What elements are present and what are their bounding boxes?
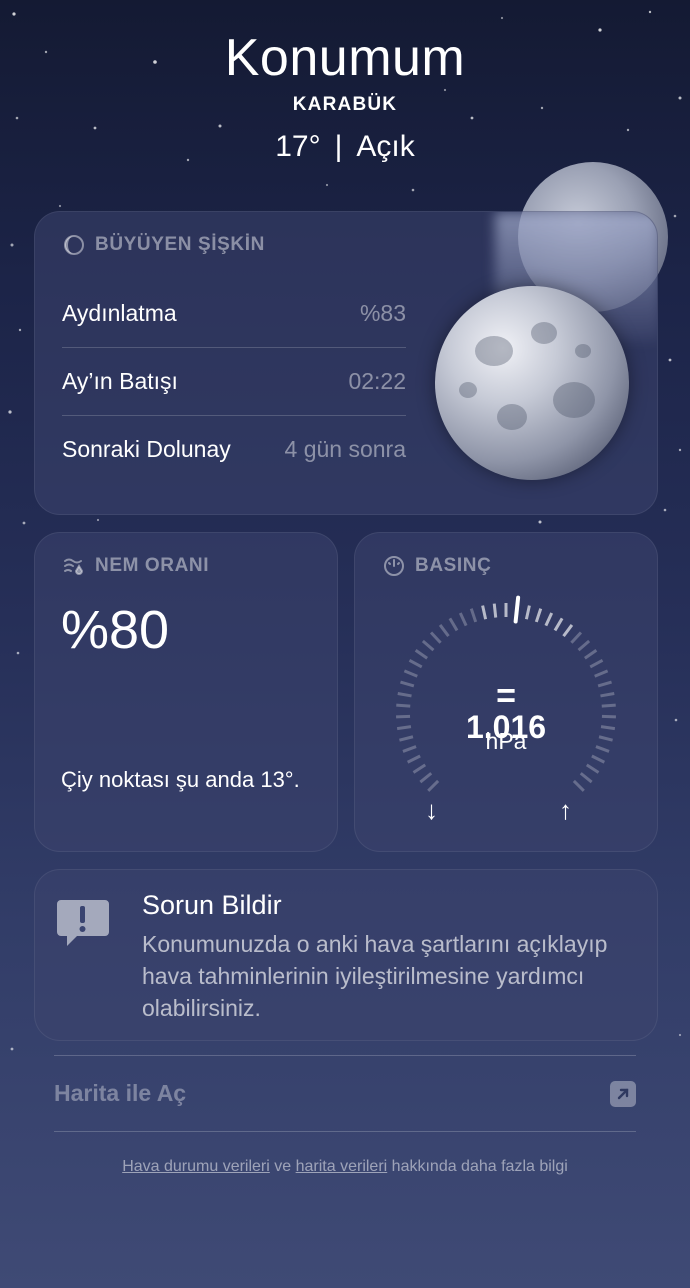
- moon-phase-icon: [63, 234, 85, 256]
- location-header: Konumum KARABÜK 17° | Açık: [0, 28, 690, 164]
- gauge-tick: [570, 631, 583, 644]
- gauge-tick: [584, 649, 598, 660]
- footer-rest: hakkında daha fazla bilgi: [391, 1158, 568, 1175]
- weather-data-link[interactable]: Hava durumu verileri: [122, 1158, 270, 1175]
- gauge-tick: [406, 754, 421, 764]
- pressure-card[interactable]: BASINÇ = 1.016 hPa ↓ ↑: [354, 532, 658, 852]
- moon-card[interactable]: BÜYÜYEN ŞİŞKİN Aydınlatma %83 Ay’ın Batı…: [34, 211, 658, 515]
- high-pressure-arrow-icon: ↑: [559, 795, 572, 825]
- gauge-tick: [591, 754, 606, 764]
- footer-and: ve: [274, 1158, 292, 1175]
- gauge-tick: [579, 772, 593, 784]
- humidity-card[interactable]: NEM ORANI %80 Çiy noktası şu anda 13°.: [34, 532, 338, 852]
- external-link-icon: [610, 1080, 636, 1107]
- report-card[interactable]: Sorun Bildir Konumunuzda o anki hava şar…: [34, 869, 658, 1041]
- gauge-tick: [414, 649, 428, 660]
- moon-row-label: Sonraki Dolunay: [62, 436, 231, 462]
- gauge-tick: [421, 639, 435, 652]
- footer-attribution: Hava durumu verileri ve harita verileri …: [0, 1158, 690, 1176]
- condition: Açık: [356, 130, 415, 163]
- moon-row-value: 02:22: [348, 368, 406, 394]
- humidity-card-header: NEM ORANI: [63, 555, 209, 577]
- humidity-icon: [63, 555, 85, 577]
- gauge-tick: [492, 603, 498, 618]
- gauge-tick: [585, 763, 600, 774]
- gauge-tick: [448, 617, 459, 632]
- report-description: Konumunuzda o anki hava şartlarını açıkl…: [142, 931, 608, 1021]
- separator: |: [334, 130, 343, 163]
- open-in-maps-label: Harita ile Aç: [54, 1080, 187, 1106]
- gauge-tick: [408, 658, 423, 669]
- temperature: 17°: [275, 130, 321, 163]
- report-bubble-icon: [55, 896, 111, 952]
- gauge-tick: [438, 624, 450, 638]
- dew-point-note: Çiy noktası şu anda 13°.: [61, 767, 300, 792]
- map-data-link[interactable]: harita verileri: [296, 1158, 388, 1175]
- moon-image: [435, 286, 629, 480]
- gauge-tick: [458, 612, 468, 627]
- low-pressure-arrow-icon: ↓: [425, 795, 438, 825]
- moon-row-next-full-moon: Sonraki Dolunay 4 gün sonra: [62, 416, 406, 483]
- moon-details: Aydınlatma %83 Ay’ın Batışı 02:22 Sonrak…: [62, 280, 406, 483]
- gauge-tick: [481, 605, 488, 620]
- gauge-tick: [572, 779, 585, 792]
- gauge-tick: [553, 617, 564, 632]
- current-conditions: 17° | Açık: [0, 130, 690, 164]
- moon-row-illumination: Aydınlatma %83: [62, 280, 406, 348]
- gauge-tick: [589, 658, 604, 669]
- gauge-tick: [534, 608, 543, 623]
- moon-phase-title: BÜYÜYEN ŞİŞKİN: [95, 234, 265, 255]
- gauge-tick: [469, 608, 478, 623]
- gauge-tick: [594, 669, 609, 678]
- moon-row-label: Ay’ın Batışı: [62, 368, 178, 394]
- humidity-title: NEM ORANI: [95, 555, 210, 576]
- moon-row-value: 4 gün sonra: [284, 436, 406, 462]
- moon-row-moonset: Ay’ın Batışı 02:22: [62, 348, 406, 416]
- gauge-tick: [577, 639, 591, 652]
- pressure-unit: hPa: [485, 728, 527, 754]
- gauge-tick: [427, 779, 440, 792]
- moon-row-label: Aydınlatma: [62, 300, 177, 326]
- gauge-indicator: [513, 595, 521, 624]
- pressure-trend-symbol: =: [496, 677, 516, 715]
- gauge-tick: [419, 772, 433, 784]
- moon-card-header: BÜYÜYEN ŞİŞKİN: [63, 234, 265, 256]
- humidity-value: %80: [61, 600, 170, 660]
- location-title: Konumum: [224, 29, 466, 87]
- city-name: KARABÜK: [292, 94, 398, 115]
- gauge-tick: [544, 612, 554, 627]
- gauge-tick: [412, 763, 427, 774]
- gauge-tick: [429, 631, 442, 644]
- open-in-maps-row[interactable]: Harita ile Aç: [54, 1055, 636, 1132]
- gauge-tick: [403, 669, 418, 678]
- gauge-tick: [524, 605, 531, 620]
- moon-row-value: %83: [359, 300, 406, 326]
- report-title: Sorun Bildir: [142, 890, 282, 920]
- gauge-tick: [562, 624, 574, 638]
